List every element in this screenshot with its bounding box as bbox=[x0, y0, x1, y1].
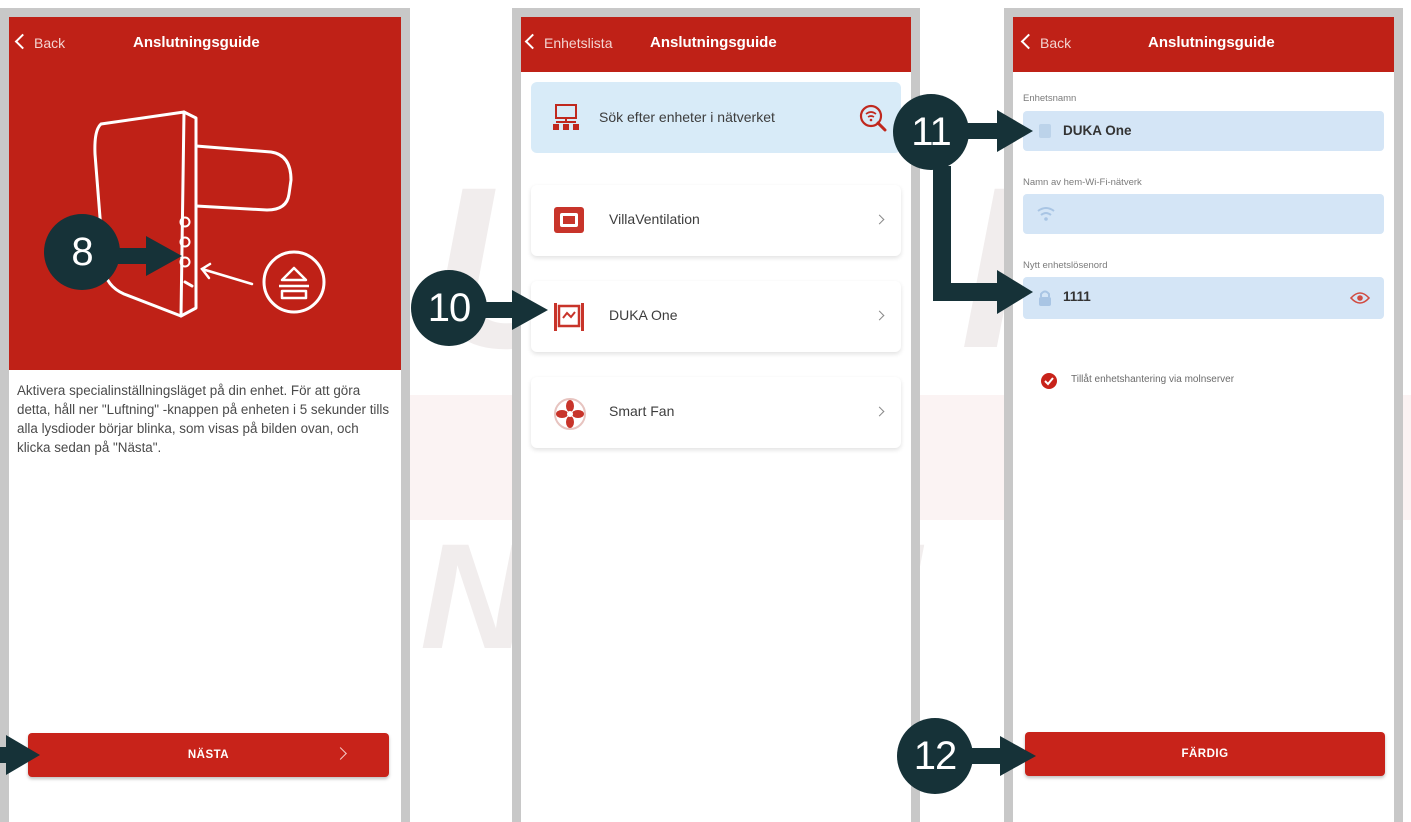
phone-2-screen: Enhetslista Anslutningsguide Sök efter e… bbox=[521, 17, 911, 822]
back-button[interactable]: Back bbox=[14, 33, 66, 51]
device-list-item[interactable]: Smart Fan bbox=[531, 377, 901, 448]
wifi-name-field[interactable] bbox=[1023, 194, 1384, 234]
search-label: Sök efter enheter i nätverket bbox=[599, 109, 775, 125]
device-name-value: DUKA One bbox=[1063, 123, 1132, 138]
done-button-label: FÄRDIG bbox=[1181, 748, 1229, 760]
password-field[interactable]: 1111 bbox=[1023, 277, 1384, 319]
callout-arrow-icon bbox=[933, 110, 1033, 314]
back-label: Enhetslista bbox=[544, 35, 613, 51]
device-name: DUKA One bbox=[609, 307, 678, 323]
device-list-item[interactable]: VillaVentilation bbox=[531, 185, 901, 256]
phone-2-frame: Enhetslista Anslutningsguide Sök efter e… bbox=[512, 8, 920, 822]
chevron-right-icon bbox=[874, 310, 885, 321]
chevron-left-icon bbox=[524, 33, 541, 50]
eye-icon[interactable] bbox=[1350, 291, 1370, 305]
search-network-button[interactable]: Sök efter enheter i nätverket bbox=[531, 82, 901, 153]
villa-ventilation-icon bbox=[554, 207, 584, 233]
phone-3-frame: Back Anslutningsguide Enhetsnamn DUKA On… bbox=[1004, 8, 1403, 822]
smart-fan-icon bbox=[554, 398, 586, 430]
phone-1-screen: Back Anslutningsguide Aktivera specialin… bbox=[9, 17, 401, 822]
device-name-field[interactable]: DUKA One bbox=[1023, 111, 1384, 151]
callout-arrow-icon bbox=[116, 236, 182, 276]
nav-bar: Back Anslutningsguide bbox=[9, 17, 401, 72]
callout-arrow-icon bbox=[0, 735, 40, 775]
phone-3-screen: Back Anslutningsguide Enhetsnamn DUKA On… bbox=[1013, 17, 1394, 822]
back-button[interactable]: Enhetslista bbox=[524, 33, 613, 51]
cloud-management-checkbox[interactable]: Tillåt enhetshantering via molnserver bbox=[1040, 372, 1384, 390]
chevron-left-icon bbox=[14, 33, 31, 50]
chevron-right-icon bbox=[874, 406, 885, 417]
device-list-item[interactable]: DUKA One bbox=[531, 281, 901, 352]
next-button[interactable]: NÄSTA bbox=[28, 733, 389, 777]
network-icon bbox=[553, 104, 579, 130]
back-label: Back bbox=[34, 35, 66, 51]
phone-1-frame: Back Anslutningsguide Aktivera specialin… bbox=[0, 8, 410, 822]
device-name: VillaVentilation bbox=[609, 211, 700, 227]
checkmark-icon bbox=[1041, 373, 1057, 389]
callout-badge: 10 bbox=[411, 270, 487, 346]
nav-bar: Back Anslutningsguide bbox=[1013, 17, 1394, 72]
callout-badge: 8 bbox=[44, 214, 120, 290]
nav-bar: Enhetslista Anslutningsguide bbox=[521, 17, 911, 72]
done-button[interactable]: FÄRDIG bbox=[1025, 732, 1385, 776]
back-button[interactable]: Back bbox=[1020, 33, 1072, 51]
password-value: 1111 bbox=[1063, 289, 1091, 304]
page-title: Anslutningsguide bbox=[133, 34, 260, 51]
device-name: Smart Fan bbox=[609, 403, 675, 419]
callout-arrow-icon bbox=[482, 290, 548, 330]
page-title: Anslutningsguide bbox=[650, 34, 777, 51]
next-button-label: NÄSTA bbox=[187, 749, 230, 761]
callout-badge: 12 bbox=[897, 718, 973, 794]
chevron-right-icon bbox=[874, 214, 885, 225]
callout-arrow-icon bbox=[968, 736, 1036, 776]
back-label: Back bbox=[1040, 35, 1072, 51]
cloud-checkbox-label: Tillåt enhetshantering via molnserver bbox=[1071, 374, 1235, 385]
chevron-right-icon bbox=[334, 747, 347, 760]
instruction-text: Aktivera specialinställningsläget på din… bbox=[17, 383, 390, 455]
chevron-left-icon bbox=[1020, 33, 1037, 50]
search-wifi-icon bbox=[859, 104, 887, 132]
page-title: Anslutningsguide bbox=[1148, 34, 1275, 51]
duka-one-icon bbox=[554, 303, 584, 331]
device-name-label: Enhetsnamn bbox=[1023, 93, 1077, 104]
